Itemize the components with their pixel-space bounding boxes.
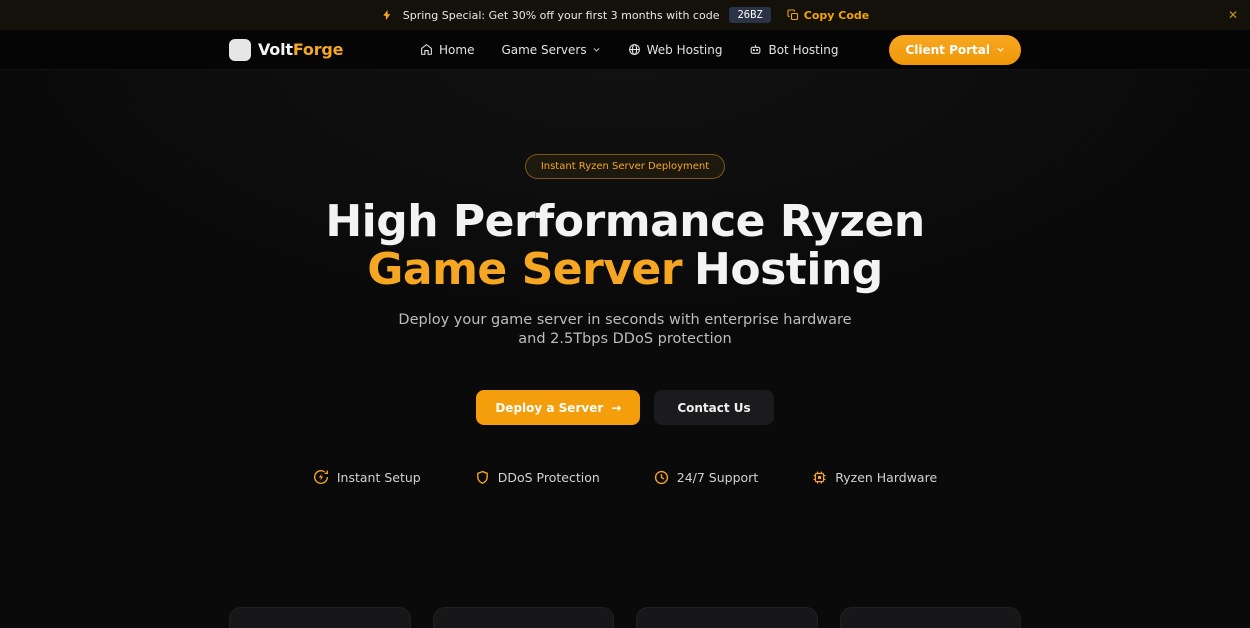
feature-label: Ryzen Hardware bbox=[835, 470, 937, 485]
copy-icon bbox=[787, 9, 799, 21]
bot-icon bbox=[749, 43, 762, 56]
feature-label: 24/7 Support bbox=[677, 470, 758, 485]
home-icon bbox=[420, 43, 433, 56]
page-title: High Performance Ryzen Game ServerHostin… bbox=[0, 198, 1250, 294]
feature-row: Instant Setup DDoS Protection 24/7 Suppo… bbox=[0, 469, 1250, 485]
clock-icon bbox=[654, 470, 669, 485]
client-portal-label: Client Portal bbox=[905, 43, 990, 57]
nav-item-game-servers[interactable]: Game Servers bbox=[501, 43, 600, 57]
brand-name[interactable]: VoltForge bbox=[258, 40, 343, 59]
hero-badge: Instant Ryzen Server Deployment bbox=[525, 154, 725, 179]
brand-volt: Volt bbox=[258, 40, 293, 59]
title-accent: Game Server bbox=[367, 244, 682, 295]
instant-icon bbox=[313, 469, 329, 485]
banner-close-button[interactable]: ✕ bbox=[1228, 9, 1238, 21]
hero-subtitle: Deploy your game server in seconds with … bbox=[385, 311, 865, 349]
title-line1: High Performance Ryzen bbox=[325, 196, 924, 247]
client-portal-button[interactable]: Client Portal bbox=[889, 35, 1021, 65]
nav-item-label: Bot Hosting bbox=[768, 43, 838, 57]
stat-card-players: 500K+ bbox=[433, 607, 615, 628]
nav-item-label: Game Servers bbox=[501, 43, 586, 57]
deploy-server-button[interactable]: Deploy a Server → bbox=[476, 390, 640, 425]
shield-icon bbox=[475, 470, 490, 485]
copy-code-button[interactable]: Copy Code bbox=[787, 9, 869, 22]
feature-support: 24/7 Support bbox=[654, 469, 758, 485]
nav-item-label: Web Hosting bbox=[647, 43, 723, 57]
cta-row: Deploy a Server → Contact Us bbox=[0, 390, 1250, 425]
chevron-down-icon bbox=[592, 45, 601, 54]
nav-links: Home Game Servers Web Hosting Bot Hostin… bbox=[420, 35, 1021, 65]
arrow-right-icon: → bbox=[611, 401, 621, 415]
promo-code: 26BZ bbox=[729, 7, 770, 23]
brand-forge: Forge bbox=[293, 40, 343, 59]
title-line2-rest: Hosting bbox=[694, 244, 883, 295]
feature-label: DDoS Protection bbox=[498, 470, 600, 485]
promo-banner: Spring Special: Get 30% off your first 3… bbox=[0, 0, 1250, 30]
hero-section: Instant Ryzen Server Deployment High Per… bbox=[0, 70, 1250, 485]
promo-text: Spring Special: Get 30% off your first 3… bbox=[403, 9, 720, 22]
copy-code-label: Copy Code bbox=[804, 9, 869, 22]
nav-item-home[interactable]: Home bbox=[420, 43, 474, 57]
contact-us-button[interactable]: Contact Us bbox=[654, 390, 773, 425]
deploy-server-label: Deploy a Server bbox=[495, 401, 603, 415]
nav-item-web-hosting[interactable]: Web Hosting bbox=[628, 43, 723, 57]
stat-card-response: <1 Hour bbox=[840, 607, 1022, 628]
feature-ryzen-hardware: Ryzen Hardware bbox=[812, 469, 937, 485]
navbar: VoltForge Home Game Servers Web Hosting bbox=[0, 30, 1250, 70]
feature-instant-setup: Instant Setup bbox=[313, 469, 421, 485]
nav-item-label: Home bbox=[439, 43, 474, 57]
bolt-icon bbox=[381, 9, 393, 21]
brand-logo[interactable] bbox=[229, 39, 251, 61]
feature-label: Instant Setup bbox=[337, 470, 421, 485]
stat-card-uptime: 99.9% bbox=[636, 607, 818, 628]
globe-icon bbox=[628, 43, 641, 56]
stats-row: 5,000+ 500K+ 99.9% <1 Hour bbox=[229, 607, 1021, 628]
cpu-icon bbox=[812, 470, 827, 485]
stat-card-servers: 5,000+ bbox=[229, 607, 411, 628]
chevron-down-icon bbox=[996, 45, 1005, 54]
nav-item-bot-hosting[interactable]: Bot Hosting bbox=[749, 43, 838, 57]
feature-ddos-protection: DDoS Protection bbox=[475, 469, 600, 485]
